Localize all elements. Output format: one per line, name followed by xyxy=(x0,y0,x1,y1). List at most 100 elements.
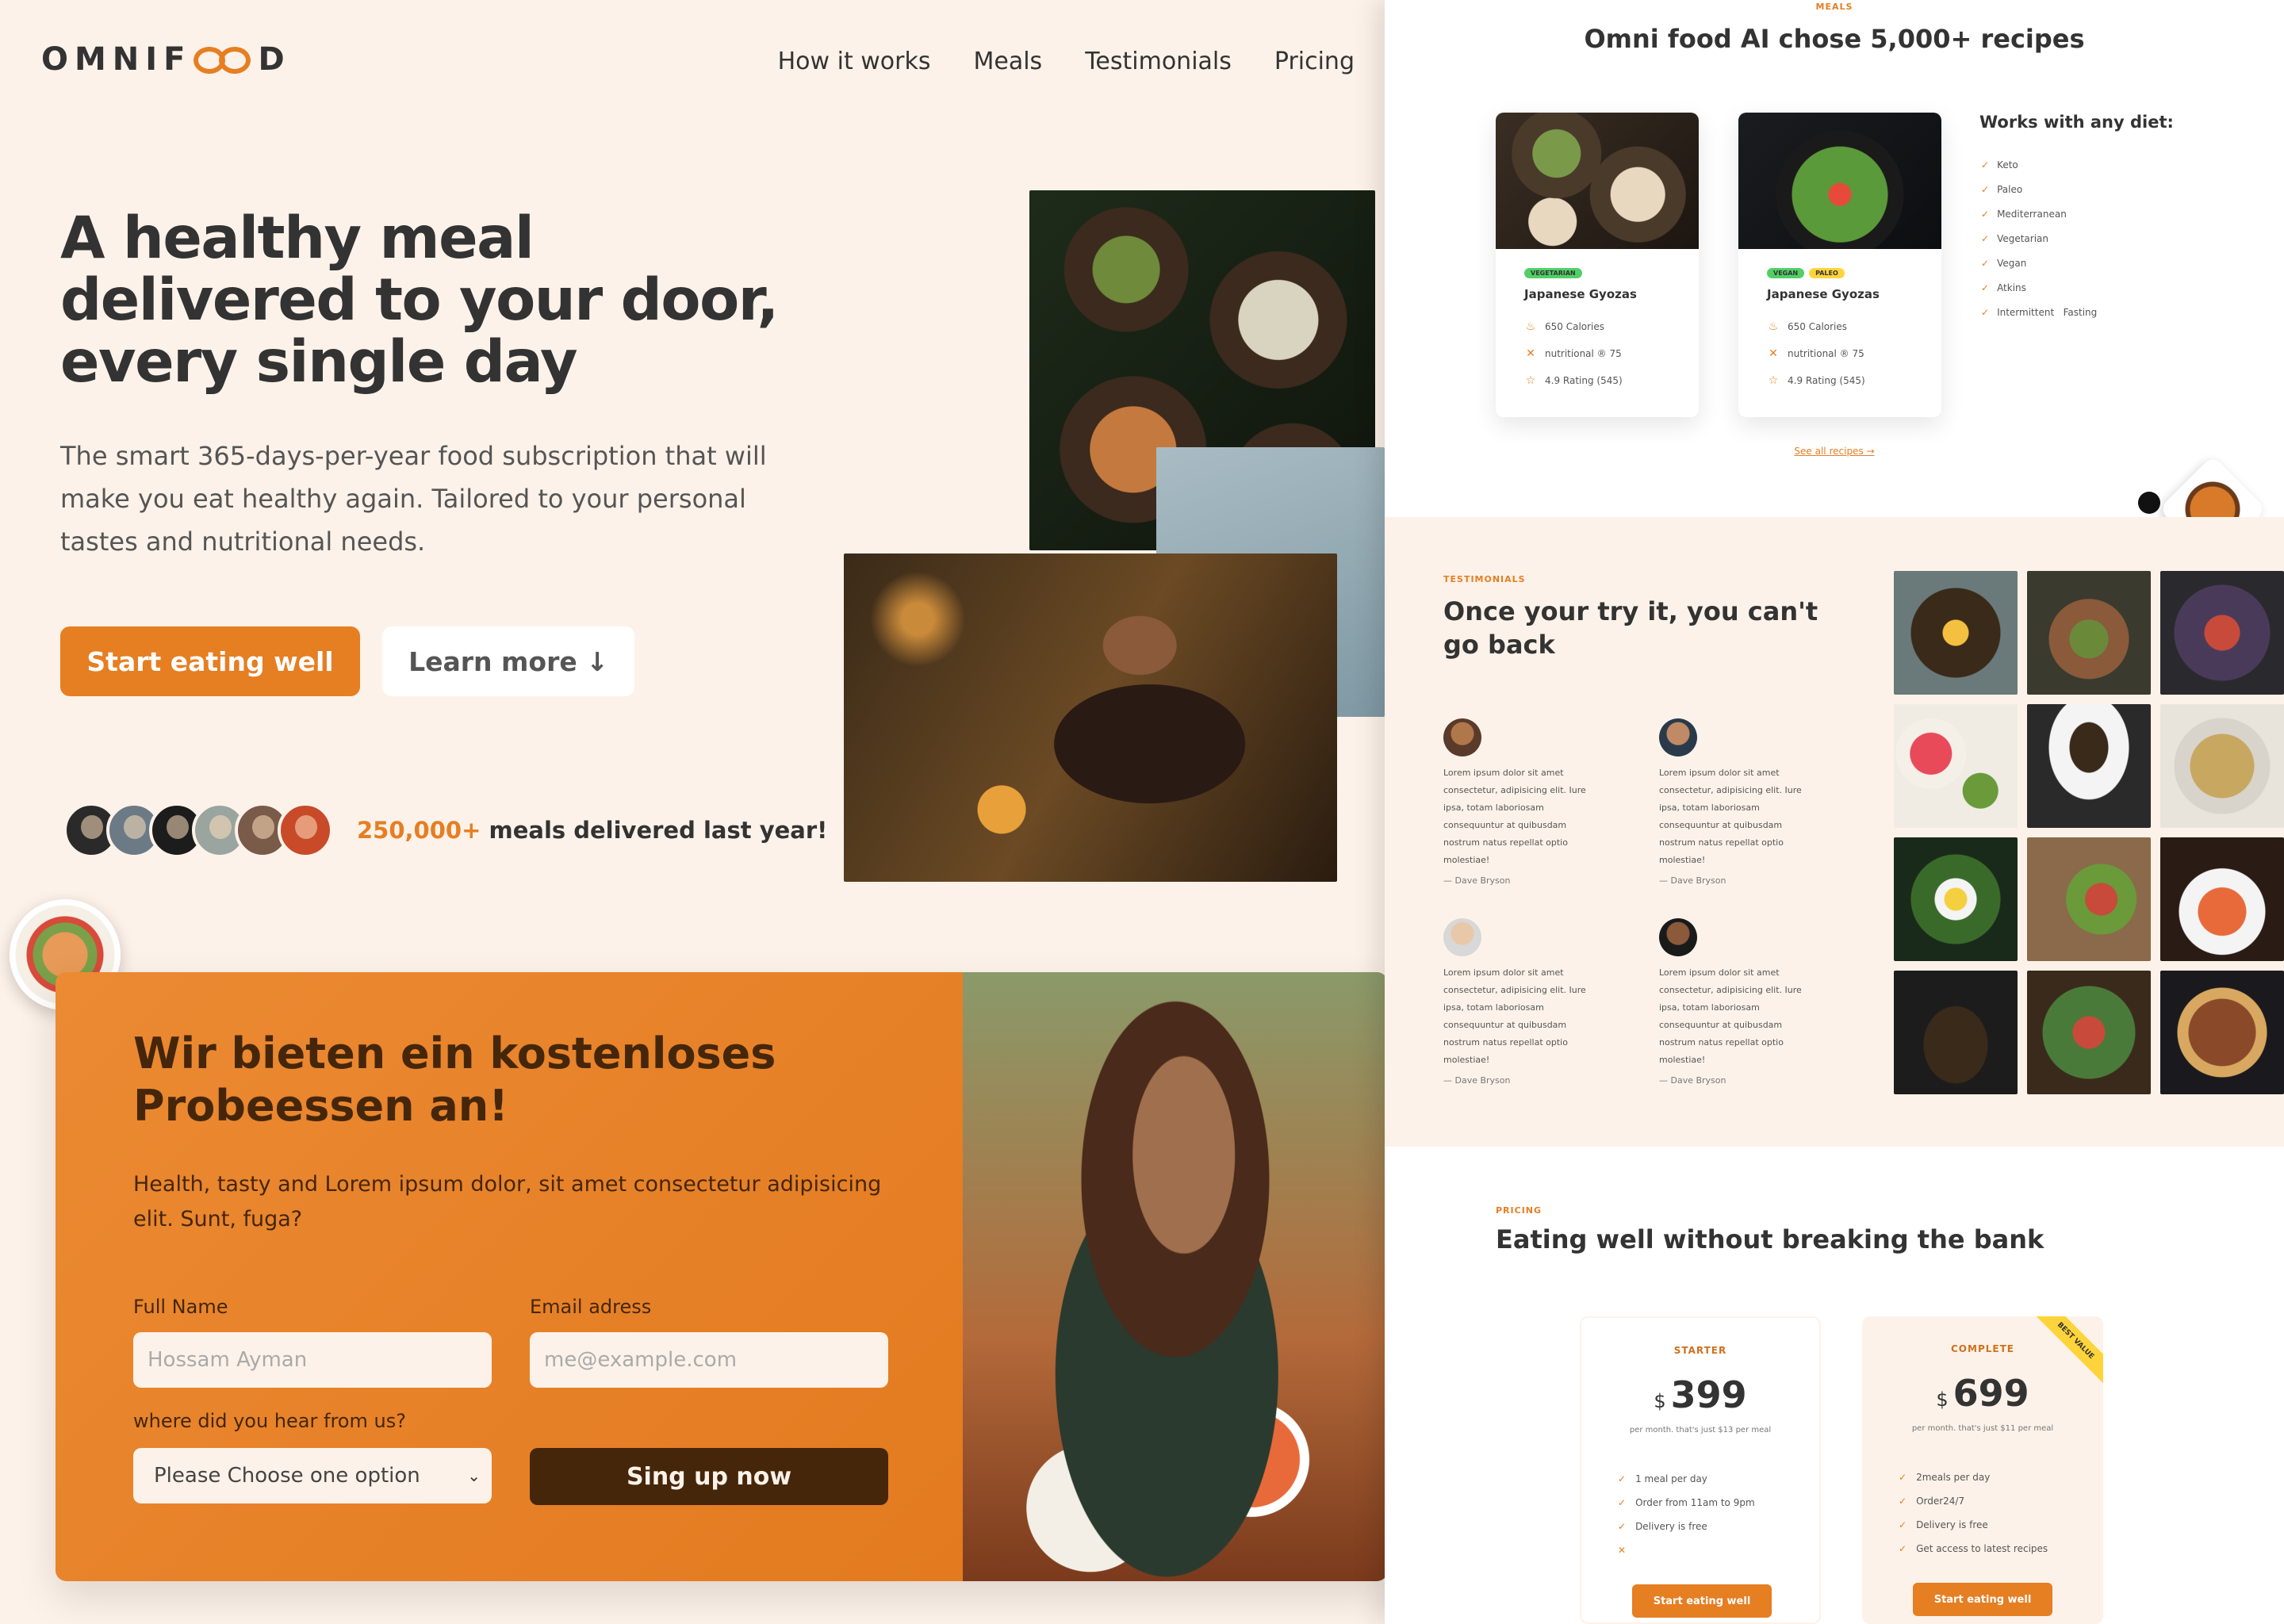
tag-badge: PALEO xyxy=(1809,268,1845,278)
meal-nutrition: ✕ nutritional ® 75 xyxy=(1524,347,1622,360)
check-icon: ✓ xyxy=(1899,1472,1907,1483)
meal-tags: VEGAN PALEO xyxy=(1767,268,1845,278)
learn-more-button[interactable]: Learn more ↓ xyxy=(382,626,634,696)
logo-text-suffix: D xyxy=(258,41,291,78)
nutrition-icon: ✕ xyxy=(1526,347,1535,360)
meal-rating: ☆ 4.9 Rating (545) xyxy=(1525,374,1623,387)
cta-text: Health, tasty and Lorem ipsum dolor, sit… xyxy=(133,1172,882,1231)
meal-nutrition: ✕ nutritional ® 75 xyxy=(1767,347,1864,360)
email-field[interactable]: me@example.com xyxy=(530,1332,888,1388)
meal-title: Japanese Gyozas xyxy=(1767,287,1880,301)
testimonial-quote: Lorem ipsum dolor sit amet consectetur, … xyxy=(1659,768,1802,865)
testimonial-quote: Lorem ipsum dolor sit amet consectetur, … xyxy=(1443,967,1586,1065)
omnifood-logo[interactable]: OMNIF D xyxy=(41,41,291,78)
plan-feature: ✓ Get access to latest recipes xyxy=(1899,1543,2048,1554)
sign-up-button[interactable]: Sing up now xyxy=(530,1448,888,1505)
start-eating-well-button[interactable]: Start eating well xyxy=(1632,1584,1772,1618)
meal-calories: ♨ 650 Calories xyxy=(1768,320,1848,333)
testimonials-heading: Once your try it, you can't go back xyxy=(1443,596,1818,660)
check-icon: ✓ xyxy=(1981,306,1990,318)
meals-delivered-text: 250,000+ meals delivered last year! xyxy=(357,817,828,844)
check-icon: ✓ xyxy=(1899,1496,1907,1507)
check-icon: ✓ xyxy=(1899,1543,1907,1554)
gallery-image xyxy=(2027,971,2151,1094)
diet-item: ✓ Vegetarian xyxy=(1981,232,2049,244)
plan-feature: ✓ Order from 11am to 9pm xyxy=(1618,1497,1755,1508)
diet-item: ✓ Vegan xyxy=(1981,257,2027,269)
cta-form-panel: Wir bieten ein kostenloses Probeessen an… xyxy=(56,972,963,1581)
gallery-image xyxy=(2160,971,2284,1094)
testimonials-subheading: TESTIMONIALS xyxy=(1443,574,1526,584)
gallery-image xyxy=(1894,837,2018,961)
check-icon: ✓ xyxy=(1981,232,1990,244)
gallery-image xyxy=(1894,704,2018,828)
diet-title: Works with any diet: xyxy=(1979,113,2174,132)
meal-photo xyxy=(1738,113,1941,249)
check-icon: ✓ xyxy=(1618,1497,1627,1508)
gallery-image xyxy=(2027,571,2151,695)
gallery-image xyxy=(1894,571,2018,695)
gallery-image xyxy=(2160,571,2284,695)
check-icon: ✓ xyxy=(1899,1519,1907,1530)
nav-testimonials[interactable]: Testimonials xyxy=(1085,48,1232,75)
check-icon: ✓ xyxy=(1981,257,1990,269)
avatar xyxy=(1659,718,1697,756)
plan-per-meal: per month. that's just $11 per meal xyxy=(1911,1424,2054,1433)
cta-title: Wir bieten ein kostenloses Probeessen an… xyxy=(133,1028,776,1131)
meals-delivered-count: 250,000+ xyxy=(357,817,481,844)
star-icon: ☆ xyxy=(1768,374,1779,387)
diet-item: ✓ Mediterranean xyxy=(1981,208,2067,220)
testimonial-author: — Dave Bryson xyxy=(1443,1075,1511,1086)
close-icon: ✕ xyxy=(1618,1545,1627,1556)
pricing-card-starter: STARTER $399 per month. that's just $13 … xyxy=(1580,1316,1821,1624)
plan-name: COMPLETE xyxy=(1951,1343,2014,1354)
meal-card[interactable]: VEGETARIAN Japanese Gyozas ♨ 650 Calories… xyxy=(1496,113,1699,417)
nav-pricing[interactable]: Pricing xyxy=(1274,48,1355,75)
diet-list: ✓ Keto ✓ Paleo ✓ Mediterranean ✓ Vegetarian … xyxy=(1981,152,2097,324)
avatar xyxy=(278,802,333,858)
meal-card[interactable]: VEGAN PALEO Japanese Gyozas ♨ 650 Calorie… xyxy=(1738,113,1941,417)
meals-subheading: MEALS xyxy=(1815,2,1853,12)
plan-price: $399 xyxy=(1654,1373,1747,1416)
olive-decoration xyxy=(2138,492,2160,514)
plan-per-meal: per month. that's just $13 per meal xyxy=(1629,1426,1772,1434)
source-select[interactable]: Please Choose one option ⌄ xyxy=(133,1448,492,1503)
infinity-icon xyxy=(193,44,257,75)
avatar xyxy=(1443,718,1481,756)
hero-description: The smart 365-days-per-year food subscri… xyxy=(60,441,767,557)
diet-item: ✓ Paleo xyxy=(1981,183,2023,195)
gallery-image xyxy=(2160,837,2284,961)
plan-feature: ✓ Delivery is free xyxy=(1618,1521,1707,1532)
nav-meals[interactable]: Meals xyxy=(973,48,1042,75)
woman-eating-photo xyxy=(844,553,1337,882)
chevron-down-icon: ⌄ xyxy=(467,1466,481,1485)
tag-badge: VEGETARIAN xyxy=(1524,268,1582,278)
diet-item: ✓ Keto xyxy=(1981,159,2018,170)
star-icon: ☆ xyxy=(1525,374,1536,387)
email-label: Email adress xyxy=(530,1296,652,1318)
source-label: where did you hear from us? xyxy=(133,1410,406,1432)
testimonial-quote: Lorem ipsum dolor sit amet consectetur, … xyxy=(1659,967,1802,1065)
meal-rating: ☆ 4.9 Rating (545) xyxy=(1768,374,1865,387)
check-icon: ✓ xyxy=(1981,282,1990,293)
main-nav: How it works Meals Testimonials Pricing xyxy=(778,48,1355,75)
plan-feature: ✓ Order24/7 xyxy=(1899,1496,1965,1507)
nav-how-it-works[interactable]: How it works xyxy=(778,48,931,75)
check-icon: ✓ xyxy=(1981,159,1990,170)
see-all-recipes-link[interactable]: See all recipes → xyxy=(1385,446,2284,457)
check-icon: ✓ xyxy=(1981,183,1990,195)
gallery-image xyxy=(2160,704,2284,828)
full-name-field[interactable]: Hossam Ayman xyxy=(133,1332,492,1388)
free-trial-section: Wir bieten ein kostenloses Probeessen an… xyxy=(56,972,1385,1581)
start-eating-well-button[interactable]: Start eating well xyxy=(1913,1583,2052,1616)
testimonial-author: — Dave Bryson xyxy=(1659,1075,1726,1086)
meals-heading: Omni food AI chose 5,000+ recipes xyxy=(1584,24,2085,54)
avatar xyxy=(1659,918,1697,956)
start-eating-well-button[interactable]: Start eating well xyxy=(60,626,360,696)
meal-tags: VEGETARIAN xyxy=(1524,268,1582,278)
logo-text-prefix: OMNIF xyxy=(41,41,192,78)
meal-photo xyxy=(1496,113,1699,249)
plan-feature: ✓ 1 meal per day xyxy=(1618,1473,1707,1484)
landing-page: OMNIF D How it works Meals Testimonials … xyxy=(0,0,1385,1624)
gallery-image xyxy=(2027,704,2151,828)
